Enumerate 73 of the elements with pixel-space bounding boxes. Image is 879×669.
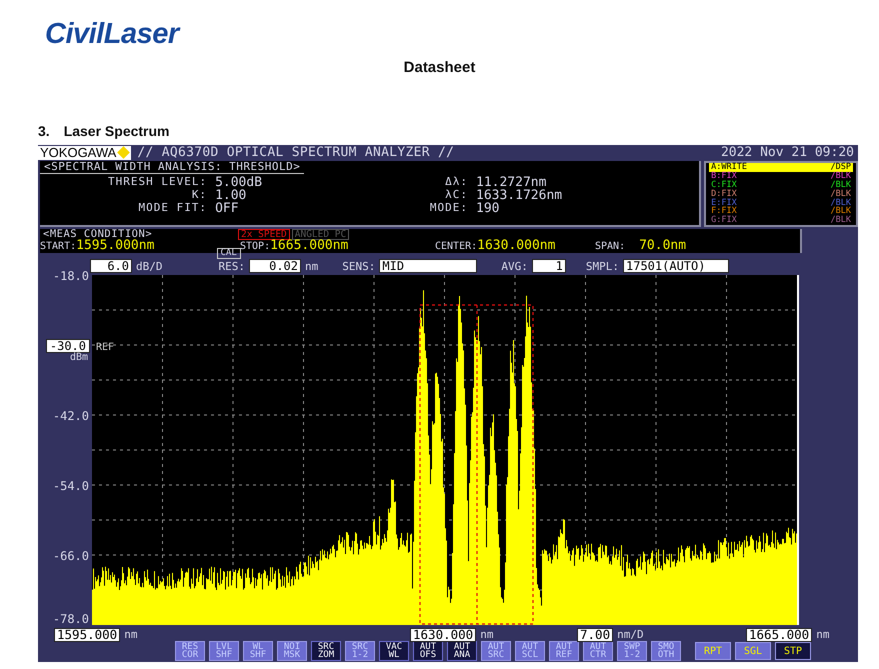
soft-key[interactable]: AUT OFS	[413, 641, 443, 662]
window-title: // AQ6370D OPTICAL SPECTRUM ANALYZER //	[137, 145, 454, 160]
y-axis-label: -18.0	[52, 270, 89, 282]
document-title: Datasheet	[402, 59, 476, 76]
parameter-label: MODE:	[428, 202, 468, 215]
parameter-label: K:	[190, 189, 208, 202]
section-number: 3.	[38, 123, 50, 139]
sweep-button[interactable]: SGL	[735, 642, 771, 660]
avg-label: AVG:	[501, 260, 528, 273]
logo: CivilLaser	[45, 18, 179, 51]
x-axis-field[interactable]: 1630.000	[410, 628, 476, 642]
condition-label: START:	[40, 241, 76, 252]
sweep-button[interactable]: STP	[775, 642, 811, 660]
analysis-heading: <SPECTRAL WIDTH ANALYSIS: THRESHOLD>	[40, 161, 304, 174]
x-axis-field[interactable]: 1595.000	[54, 628, 120, 642]
x-axis-field[interactable]: 1665.000	[746, 628, 812, 642]
trace-item[interactable]: A:WRITE /DSP	[709, 163, 853, 172]
unit-label: nm	[480, 628, 494, 641]
condition-value: 1665.000nm	[270, 240, 348, 252]
trace-item[interactable]: E:FIX /BLK	[709, 198, 853, 208]
parameter-value: 1.00	[215, 189, 248, 202]
sampling-field[interactable]: 17501(AUTO)	[623, 258, 729, 273]
reference-level-field[interactable]: -30.0	[46, 338, 90, 353]
condition-value: 1595.000nm	[76, 240, 154, 252]
soft-key[interactable]: AUT ANA	[447, 641, 477, 662]
section-title: Laser Spectrum	[64, 123, 170, 139]
status-flag: ANGLED PC	[292, 229, 350, 240]
trace-item[interactable]: G:FIX /BLK	[709, 216, 853, 226]
reference-label: REF	[96, 342, 114, 353]
brand-label: YOKOGAWA	[38, 146, 132, 160]
parameter-value: 1633.1726nm	[476, 189, 562, 202]
date-time: 2022 Nov 21 09:20	[720, 145, 854, 160]
soft-key[interactable]: VAC WL	[379, 641, 409, 662]
trace-item[interactable]: F:FIX /BLK	[709, 207, 853, 216]
unit-label: dB/D	[136, 260, 162, 273]
parameter-label: λC:	[444, 189, 468, 202]
sweep-button[interactable]: RPT	[695, 642, 731, 660]
y-axis-label: -42.0	[52, 410, 89, 422]
parameter-label: THRESH LEVEL:	[106, 176, 208, 189]
average-field[interactable]: 1	[532, 258, 566, 273]
y-axis-label: -54.0	[52, 480, 89, 492]
x-axis-field[interactable]: 7.00	[577, 628, 614, 642]
soft-key[interactable]: SRC ZOM	[311, 641, 341, 662]
cal-indicator: CAL	[216, 248, 241, 259]
unit-label: nm/D	[617, 628, 644, 641]
smpl-label: SMPL:	[586, 260, 619, 273]
parameter-value: OFF	[215, 202, 240, 215]
condition-label: SPAN:	[595, 241, 626, 252]
measurement-heading: <MEAS CONDITION>	[42, 229, 152, 240]
condition-label: CENTER:	[435, 241, 478, 252]
parameter-value: 5.00dB	[215, 176, 264, 189]
res-label: RES:	[218, 260, 245, 273]
unit-label: nm	[305, 260, 318, 273]
unit-label: nm	[816, 628, 830, 641]
resolution-field[interactable]: 0.02	[249, 258, 301, 273]
scale-field[interactable]: 6.0	[90, 258, 132, 273]
trace-item[interactable]: B:FIX /BLK	[709, 172, 853, 181]
condition-label: STOP:	[240, 241, 270, 252]
parameter-label: MODE FIT:	[137, 202, 208, 215]
unit-label: dBm	[70, 352, 88, 363]
unit-label: nm	[124, 628, 138, 641]
trace-item[interactable]: C:FIX /BLK	[709, 180, 853, 190]
trace-item[interactable]: D:FIX /BLK	[709, 190, 853, 199]
condition-value: 1630.000nm	[477, 240, 556, 252]
parameter-label: Δλ:	[444, 176, 468, 189]
status-flag: 2x SPEED	[238, 229, 290, 240]
sensitivity-field[interactable]: MID	[379, 258, 478, 273]
sens-label: SENS:	[342, 260, 376, 273]
y-axis-label: -78.0	[52, 612, 89, 625]
condition-value: 70.0nm	[639, 240, 686, 252]
parameter-value: 190	[476, 202, 500, 215]
parameter-value: 11.2727nm	[476, 176, 546, 189]
y-axis-label: -66.0	[52, 550, 89, 562]
